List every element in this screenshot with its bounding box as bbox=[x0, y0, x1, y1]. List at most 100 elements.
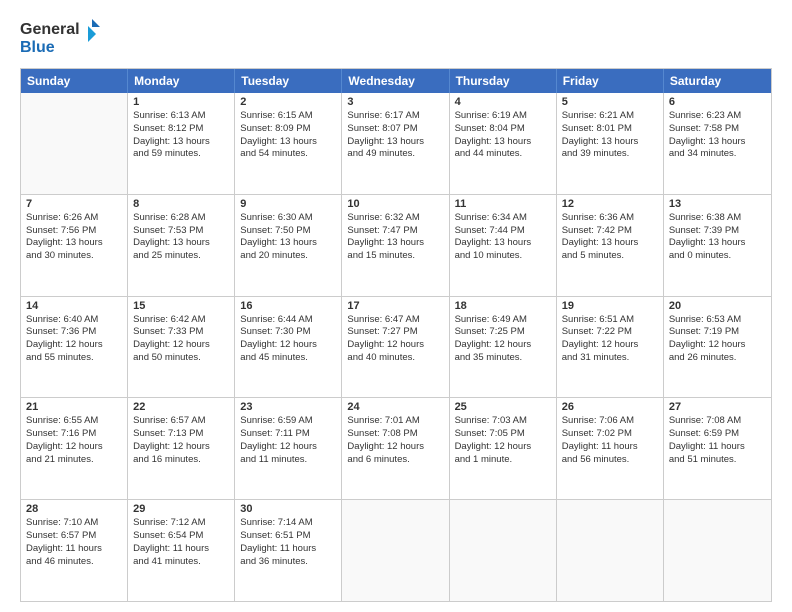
day-info-line: Daylight: 12 hours bbox=[133, 339, 229, 352]
calendar-header-cell: Thursday bbox=[450, 69, 557, 93]
calendar-header-cell: Friday bbox=[557, 69, 664, 93]
day-info-line: and 21 minutes. bbox=[26, 454, 122, 467]
day-info-line: Sunset: 8:07 PM bbox=[347, 123, 443, 136]
calendar-cell: 23Sunrise: 6:59 AMSunset: 7:11 PMDayligh… bbox=[235, 398, 342, 499]
calendar-cell: 6Sunrise: 6:23 AMSunset: 7:58 PMDaylight… bbox=[664, 93, 771, 194]
day-info-line: Daylight: 13 hours bbox=[562, 136, 658, 149]
day-info-line: Daylight: 11 hours bbox=[26, 543, 122, 556]
day-number: 27 bbox=[669, 401, 766, 413]
day-info-line: and 0 minutes. bbox=[669, 250, 766, 263]
calendar-cell: 19Sunrise: 6:51 AMSunset: 7:22 PMDayligh… bbox=[557, 297, 664, 398]
calendar-cell: 4Sunrise: 6:19 AMSunset: 8:04 PMDaylight… bbox=[450, 93, 557, 194]
day-info-line: Sunrise: 6:32 AM bbox=[347, 212, 443, 225]
calendar-cell: 21Sunrise: 6:55 AMSunset: 7:16 PMDayligh… bbox=[21, 398, 128, 499]
day-info-line: Daylight: 12 hours bbox=[347, 441, 443, 454]
calendar-cell: 18Sunrise: 6:49 AMSunset: 7:25 PMDayligh… bbox=[450, 297, 557, 398]
day-number: 25 bbox=[455, 401, 551, 413]
day-info-line: Sunset: 7:02 PM bbox=[562, 428, 658, 441]
calendar-cell: 11Sunrise: 6:34 AMSunset: 7:44 PMDayligh… bbox=[450, 195, 557, 296]
day-number: 23 bbox=[240, 401, 336, 413]
day-number: 2 bbox=[240, 96, 336, 108]
day-number: 18 bbox=[455, 300, 551, 312]
day-info-line: Sunset: 7:56 PM bbox=[26, 225, 122, 238]
day-info-line: Sunset: 7:50 PM bbox=[240, 225, 336, 238]
day-info-line: and 46 minutes. bbox=[26, 556, 122, 569]
day-info-line: Sunset: 8:01 PM bbox=[562, 123, 658, 136]
day-info-line: Daylight: 11 hours bbox=[240, 543, 336, 556]
day-number: 13 bbox=[669, 198, 766, 210]
day-info-line: Sunrise: 6:28 AM bbox=[133, 212, 229, 225]
day-info-line: Daylight: 13 hours bbox=[347, 237, 443, 250]
day-info-line: and 31 minutes. bbox=[562, 352, 658, 365]
day-info-line: Sunrise: 6:21 AM bbox=[562, 110, 658, 123]
day-info-line: and 25 minutes. bbox=[133, 250, 229, 263]
day-info-line: Sunrise: 7:08 AM bbox=[669, 415, 766, 428]
calendar-cell: 13 Sunrise: 6:38 AMSunset: 7:39 PMDayligh… bbox=[664, 195, 771, 296]
day-number: 30 bbox=[240, 503, 336, 515]
day-info-line: and 51 minutes. bbox=[669, 454, 766, 467]
calendar-cell: 25Sunrise: 7:03 AMSunset: 7:05 PMDayligh… bbox=[450, 398, 557, 499]
day-info-line: Sunrise: 6:44 AM bbox=[240, 314, 336, 327]
day-info-line: Sunrise: 6:13 AM bbox=[133, 110, 229, 123]
day-info-line: Daylight: 13 hours bbox=[347, 136, 443, 149]
day-info-line: Sunset: 7:25 PM bbox=[455, 326, 551, 339]
day-info-line: and 49 minutes. bbox=[347, 148, 443, 161]
day-number: 15 bbox=[133, 300, 229, 312]
day-info-line: Sunset: 7:13 PM bbox=[133, 428, 229, 441]
day-info-line: and 39 minutes. bbox=[562, 148, 658, 161]
day-info-line: and 35 minutes. bbox=[455, 352, 551, 365]
calendar-body: 1 Sunrise: 6:13 AMSunset: 8:12 PM Daylight… bbox=[21, 93, 771, 601]
day-info-line: Sunrise: 6:23 AM bbox=[669, 110, 766, 123]
calendar-week: 1 Sunrise: 6:13 AMSunset: 8:12 PM Daylight… bbox=[21, 93, 771, 194]
svg-text:General: General bbox=[20, 21, 80, 38]
day-number: 22 bbox=[133, 401, 229, 413]
day-info-line: Sunrise: 7:12 AM bbox=[133, 517, 229, 530]
day-info-line: and 11 minutes. bbox=[240, 454, 336, 467]
day-info-line: Daylight: 12 hours bbox=[26, 441, 122, 454]
day-info-line: and 6 minutes. bbox=[347, 454, 443, 467]
day-info-line: Sunset: 7:53 PM bbox=[133, 225, 229, 238]
day-info-line: Sunrise: 6:57 AM bbox=[133, 415, 229, 428]
calendar-week: 14Sunrise: 6:40 AMSunset: 7:36 PMDayligh… bbox=[21, 296, 771, 398]
day-info-line: Sunset: 7:42 PM bbox=[562, 225, 658, 238]
day-info-line: Daylight: 13 hours bbox=[669, 237, 766, 250]
day-info-line: Daylight: 12 hours bbox=[240, 441, 336, 454]
day-number: 9 bbox=[240, 198, 336, 210]
calendar-header-cell: Sunday bbox=[21, 69, 128, 93]
calendar-cell: 9 Sunrise: 6:30 AMSunset: 7:50 PMDaylight… bbox=[235, 195, 342, 296]
day-info-line: and 55 minutes. bbox=[26, 352, 122, 365]
day-info-line: Sunrise: 6:40 AM bbox=[26, 314, 122, 327]
day-info-line: Sunrise: 7:10 AM bbox=[26, 517, 122, 530]
day-info-line: and 30 minutes. bbox=[26, 250, 122, 263]
day-info-line: Sunset: 6:51 PM bbox=[240, 530, 336, 543]
day-info-line: Daylight: 13 hours bbox=[455, 136, 551, 149]
calendar-cell: 17Sunrise: 6:47 AMSunset: 7:27 PMDayligh… bbox=[342, 297, 449, 398]
day-info-line: Sunrise: 6:30 AM bbox=[240, 212, 336, 225]
day-number: 1 bbox=[133, 96, 229, 108]
calendar-cell bbox=[557, 500, 664, 601]
day-info-line: and 40 minutes. bbox=[347, 352, 443, 365]
calendar-week: 28Sunrise: 7:10 AMSunset: 6:57 PMDayligh… bbox=[21, 499, 771, 601]
day-info-line: Sunset: 7:19 PM bbox=[669, 326, 766, 339]
day-info-line: and 36 minutes. bbox=[240, 556, 336, 569]
day-info-line: Sunrise: 6:38 AM bbox=[669, 212, 766, 225]
calendar-cell: 16Sunrise: 6:44 AMSunset: 7:30 PMDayligh… bbox=[235, 297, 342, 398]
calendar-cell: 15Sunrise: 6:42 AMSunset: 7:33 PMDayligh… bbox=[128, 297, 235, 398]
calendar-week: 7Sunrise: 6:26 AMSunset: 7:56 PMDaylight… bbox=[21, 194, 771, 296]
day-info-line: and 45 minutes. bbox=[240, 352, 336, 365]
day-number: 17 bbox=[347, 300, 443, 312]
day-info-line: Sunset: 6:54 PM bbox=[133, 530, 229, 543]
day-info-line: Daylight: 12 hours bbox=[455, 339, 551, 352]
day-info-line: Sunset: 7:16 PM bbox=[26, 428, 122, 441]
calendar-cell: 24Sunrise: 7:01 AMSunset: 7:08 PMDayligh… bbox=[342, 398, 449, 499]
day-info-line: Daylight: 13 hours bbox=[240, 237, 336, 250]
day-number: 28 bbox=[26, 503, 122, 515]
day-number: 11 bbox=[455, 198, 551, 210]
svg-text:Blue: Blue bbox=[20, 39, 55, 56]
day-info-line: Sunset: 7:27 PM bbox=[347, 326, 443, 339]
day-info-line: Sunset: 8:12 PM bbox=[133, 123, 229, 136]
calendar-cell: 30Sunrise: 7:14 AMSunset: 6:51 PMDayligh… bbox=[235, 500, 342, 601]
calendar-header: SundayMondayTuesdayWednesdayThursdayFrid… bbox=[21, 69, 771, 93]
day-info-line: and 20 minutes. bbox=[240, 250, 336, 263]
day-info-line: Sunset: 7:39 PM bbox=[669, 225, 766, 238]
